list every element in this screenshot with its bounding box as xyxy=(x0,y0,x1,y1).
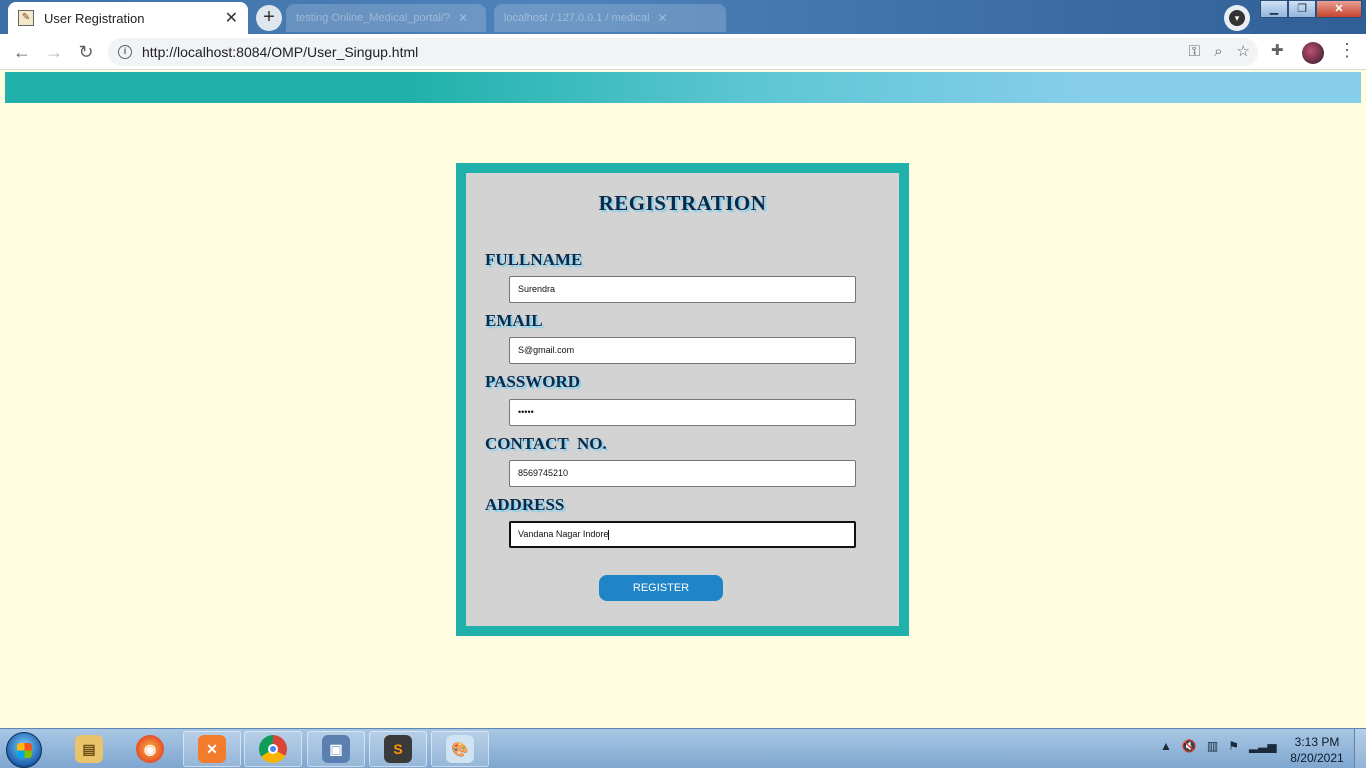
folder-icon: ▤ xyxy=(75,735,103,763)
firefox-icon: ◉ xyxy=(136,735,164,763)
new-tab-button[interactable]: + xyxy=(256,5,282,31)
tab-background-1[interactable]: testing Online_Medical_portal/? ✕ xyxy=(286,4,486,32)
tab-title: User Registration xyxy=(44,10,145,26)
flag-alert-icon[interactable]: ⚑ xyxy=(1228,739,1239,753)
tab-close-icon[interactable]: ✕ xyxy=(658,11,668,25)
volume-muted-icon[interactable]: 🔇 xyxy=(1182,739,1197,753)
email-input[interactable]: S@gmail.com xyxy=(509,337,856,364)
taskbar-paint[interactable]: 🎨 xyxy=(431,731,489,767)
url-text[interactable]: http://localhost:8084/OMP/User_Singup.ht… xyxy=(142,44,418,60)
chrome-icon xyxy=(259,735,287,763)
system-tray: ▲ 🔇 ▥ ⚑ ▂▃▅ xyxy=(1160,739,1277,753)
tab-close-icon[interactable]: ✕ xyxy=(458,11,468,25)
page-header-bar xyxy=(5,72,1361,103)
zoom-icon[interactable]: ⌕ xyxy=(1214,43,1222,61)
email-label: EMAIL xyxy=(485,311,543,330)
forward-icon[interactable]: → xyxy=(42,40,66,64)
virtualbox-icon: ▣ xyxy=(322,735,350,763)
close-window-button[interactable]: ✕ xyxy=(1316,0,1362,18)
tab-user-registration[interactable]: ✎ User Registration ✕ xyxy=(8,2,248,34)
register-button[interactable]: REGISTER xyxy=(599,575,723,601)
tab-background-2[interactable]: localhost / 127.0.0.1 / medical ✕ xyxy=(494,4,726,32)
tab-close-icon[interactable]: ✕ xyxy=(225,8,238,28)
windows-taskbar: ▤ ◉ ✕ ▣ S 🎨 ▲ 🔇 ▥ ⚑ ▂▃▅ 3:13 PM 8/20/202… xyxy=(0,728,1366,768)
site-info-icon[interactable]: i xyxy=(118,45,132,59)
chevron-down-icon: ▾ xyxy=(1229,10,1245,26)
profile-avatar[interactable] xyxy=(1302,42,1324,64)
tab-search-button[interactable]: ▾ xyxy=(1224,5,1250,31)
browser-toolbar: ← → ↻ i http://localhost:8084/OMP/User_S… xyxy=(0,34,1366,70)
form-title: REGISTRATION xyxy=(598,191,767,215)
show-desktop-button[interactable] xyxy=(1354,729,1366,768)
signal-bars-icon[interactable]: ▂▃▅ xyxy=(1249,739,1277,753)
network-status-icon[interactable]: ▥ xyxy=(1207,739,1218,753)
registration-form-frame: REGISTRATION FULLNAME Surendra EMAIL S@g… xyxy=(456,163,909,636)
xampp-icon: ✕ xyxy=(198,735,226,763)
tray-expand-icon[interactable]: ▲ xyxy=(1160,739,1172,753)
text-caret xyxy=(608,529,610,540)
address-label: ADDRESS xyxy=(485,495,565,514)
clock-date: 8/20/2021 xyxy=(1290,751,1344,765)
favicon-icon: ✎ xyxy=(18,10,34,26)
menu-icon[interactable]: ⋮ xyxy=(1338,40,1356,61)
minimize-button[interactable]: ▁ xyxy=(1260,0,1288,18)
taskbar-firefox[interactable]: ◉ xyxy=(121,731,179,767)
taskbar-chrome[interactable] xyxy=(244,731,302,767)
star-icon[interactable]: ☆ xyxy=(1237,43,1250,61)
window-controls: ▁ ❐ ✕ xyxy=(1260,0,1362,18)
taskbar-file-explorer[interactable]: ▤ xyxy=(60,731,118,767)
contact-label: CONTACT NO. xyxy=(485,434,607,453)
password-label: PASSWORD xyxy=(485,372,581,391)
back-icon[interactable]: ← xyxy=(10,40,34,64)
tab-background-2-title: localhost / 127.0.0.1 / medical xyxy=(504,12,650,24)
address-input[interactable]: Vandana Nagar Indore xyxy=(509,521,856,548)
browser-tab-strip: ✎ User Registration ✕ + testing Online_M… xyxy=(0,0,1366,34)
fullname-input[interactable]: Surendra xyxy=(509,276,856,303)
registration-form: REGISTRATION FULLNAME Surendra EMAIL S@g… xyxy=(466,173,899,626)
taskbar-clock[interactable]: 3:13 PM 8/20/2021 xyxy=(1288,734,1346,766)
address-value: Vandana Nagar Indore xyxy=(518,529,609,539)
extensions-icon[interactable]: ✚ xyxy=(1271,42,1284,60)
maximize-button[interactable]: ❐ xyxy=(1288,0,1316,18)
clock-time: 3:13 PM xyxy=(1294,735,1340,749)
key-icon[interactable]: ⚿ xyxy=(1189,43,1200,61)
taskbar-virtualbox[interactable]: ▣ xyxy=(307,731,365,767)
contact-input[interactable]: 8569745210 xyxy=(509,460,856,487)
start-button[interactable] xyxy=(6,732,42,768)
fullname-label: FULLNAME xyxy=(485,250,583,269)
tab-background-1-title: testing Online_Medical_portal/? xyxy=(296,12,451,24)
address-bar[interactable]: i http://localhost:8084/OMP/User_Singup.… xyxy=(108,38,1258,66)
sublime-text-icon: S xyxy=(384,735,412,763)
reload-icon[interactable]: ↻ xyxy=(74,40,98,64)
taskbar-sublime-text[interactable]: S xyxy=(369,731,427,767)
taskbar-xampp[interactable]: ✕ xyxy=(183,731,241,767)
paint-palette-icon: 🎨 xyxy=(446,735,474,763)
password-input[interactable]: ••••• xyxy=(509,399,856,426)
